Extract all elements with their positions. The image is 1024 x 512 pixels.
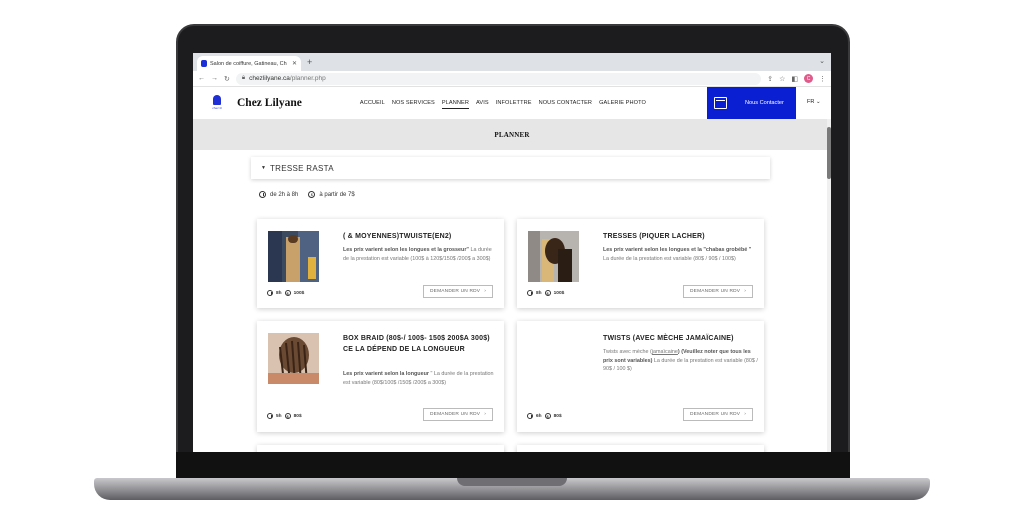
chevron-right-icon: › — [484, 289, 486, 294]
service-title: ( & MOYENNES)TWUISTE(EN2) — [343, 233, 452, 240]
service-duration: 8h — [276, 290, 282, 296]
service-price: 100$ — [553, 290, 565, 296]
request-appointment-button[interactable]: DEMANDER UN RDV › — [683, 285, 753, 298]
request-appointment-button[interactable]: DEMANDER UN RDV › — [423, 285, 493, 298]
brand-name[interactable]: Chez Lilyane — [237, 97, 302, 109]
category-label: TRESSE RASTA — [269, 163, 334, 173]
clock-icon — [267, 290, 273, 296]
clock-icon — [527, 413, 533, 419]
clock-icon — [267, 413, 273, 419]
url-domain: chezlilyane.ca — [249, 75, 290, 82]
service-card: TWISTS (AVEC MÈCHE JAMAÏCAINE) Twists av… — [517, 321, 764, 432]
category-duration: de 2h à 8h — [270, 191, 299, 198]
laptop-mockup: Salon de coiffure, Gatineau, Ch ✕ + ⌄ ← … — [0, 0, 1024, 512]
service-description: Les prix varient selon la longueur " La … — [343, 371, 494, 386]
category-meta: de 2h à 8h $ à partir de 7$ — [259, 191, 355, 198]
service-title: TRESSES (PIQUER LACHER) — [603, 233, 705, 240]
service-card-partial — [517, 445, 764, 452]
calendar-icon — [714, 97, 727, 109]
price-icon: $ — [284, 290, 291, 296]
new-tab-button[interactable]: + — [307, 56, 312, 68]
service-photo — [528, 231, 579, 282]
service-title: TWISTS (AVEC MÈCHE JAMAÏCAINE) — [603, 335, 734, 342]
address-bar: ← → ↻ 🔒︎ chezlilyane.ca/planner.php ⇪ ☆ … — [193, 71, 831, 87]
reload-icon[interactable]: ↻ — [224, 75, 230, 83]
lock-icon: 🔒︎ — [241, 75, 246, 81]
contact-button-label: Nous Contacter — [745, 100, 784, 106]
language-selector[interactable]: FR ⌄ — [807, 99, 821, 105]
service-photo — [268, 231, 319, 282]
forward-icon[interactable]: → — [211, 75, 218, 82]
price-icon: $ — [544, 413, 551, 419]
browser-tab[interactable]: Salon de coiffure, Gatineau, Ch ✕ — [197, 56, 301, 71]
laptop-screen: Salon de coiffure, Gatineau, Ch ✕ + ⌄ ← … — [193, 53, 831, 452]
service-description: Twists avec mèche (jamaïcaine) (Veuillez… — [603, 349, 758, 372]
service-price: 80$ — [293, 413, 302, 419]
price-icon: $ — [544, 290, 551, 296]
more-menu-icon[interactable]: ⋮ — [819, 75, 826, 83]
site-header: chez lil Chez Lilyane ACCUEIL NOS SERVIC… — [193, 87, 831, 119]
tab-search-chevron-icon[interactable]: ⌄ — [819, 57, 825, 65]
service-title: BOX BRAID (80$-/ 100$- 150$ 200$A 300$) … — [343, 335, 490, 353]
service-description: Les prix varient selon les longues et la… — [343, 247, 492, 262]
service-card-partial — [257, 445, 504, 452]
request-appointment-button[interactable]: DEMANDER UN RDV › — [423, 408, 493, 421]
logo-text: chez lil — [212, 106, 222, 110]
main-menu: ACCUEIL NOS SERVICES PLANNER AVIS INFOLE… — [360, 98, 646, 109]
service-meta: 5h $80$ — [267, 413, 302, 419]
browser-tab-bar: Salon de coiffure, Gatineau, Ch ✕ + ⌄ — [193, 53, 831, 71]
service-meta: 6h $80$ — [527, 413, 562, 419]
jamaican-link[interactable]: jamaïcaine — [652, 349, 678, 355]
logo-icon[interactable]: chez lil — [211, 95, 223, 111]
scrollbar[interactable] — [827, 119, 831, 452]
laptop-notch — [457, 478, 567, 486]
url-path: /planner.php — [289, 75, 326, 82]
sidepanel-icon[interactable]: ◧ — [791, 75, 798, 83]
service-card: BOX BRAID (80$-/ 100$- 150$ 200$A 300$) … — [257, 321, 504, 432]
profile-avatar[interactable]: C — [804, 74, 813, 83]
chevron-right-icon: › — [484, 412, 486, 417]
laptop-bezel — [176, 452, 850, 478]
menu-item-nous-contacter[interactable]: NOUS CONTACTER — [539, 98, 593, 109]
price-icon: $ — [308, 191, 316, 198]
service-meta: 8h $100$ — [527, 290, 564, 296]
close-tab-icon[interactable]: ✕ — [292, 60, 297, 67]
chevron-right-icon: › — [744, 289, 746, 294]
service-price: 80$ — [553, 413, 562, 419]
clock-icon — [259, 191, 266, 198]
menu-item-galerie-photo[interactable]: GALERIE PHOTO — [599, 98, 646, 109]
service-duration: 8h — [536, 290, 542, 296]
service-description: Les prix varient selon les longues et la… — [603, 247, 752, 262]
chevron-right-icon: › — [744, 412, 746, 417]
share-icon[interactable]: ⇪ — [767, 75, 773, 83]
favicon-icon — [201, 60, 207, 67]
service-card: TRESSES (PIQUER LACHER) Les prix varient… — [517, 219, 764, 308]
service-duration: 5h — [276, 413, 282, 419]
category-price: à partir de 7$ — [319, 191, 355, 198]
clock-icon — [527, 290, 533, 296]
scrollbar-thumb[interactable] — [827, 127, 831, 179]
price-icon: $ — [284, 413, 291, 419]
menu-item-avis[interactable]: AVIS — [476, 98, 489, 109]
caret-down-icon: ▼ — [261, 165, 266, 171]
page-title: PLANNER — [494, 130, 530, 139]
menu-item-accueil[interactable]: ACCUEIL — [360, 98, 385, 109]
page-title-bar: PLANNER — [193, 119, 831, 150]
service-photo — [268, 333, 319, 384]
service-meta: 8h $100$ — [267, 290, 304, 296]
url-field[interactable]: 🔒︎ chezlilyane.ca/planner.php — [235, 72, 762, 85]
contact-button[interactable]: Nous Contacter — [707, 87, 796, 119]
service-card: ( & MOYENNES)TWUISTE(EN2) Les prix varie… — [257, 219, 504, 308]
service-duration: 6h — [536, 413, 542, 419]
website: chez lil Chez Lilyane ACCUEIL NOS SERVIC… — [193, 87, 831, 452]
service-price: 100$ — [293, 290, 305, 296]
bookmark-star-icon[interactable]: ☆ — [779, 75, 785, 83]
request-appointment-button[interactable]: DEMANDER UN RDV › — [683, 408, 753, 421]
tab-title: Salon de coiffure, Gatineau, Ch — [210, 60, 287, 67]
back-icon[interactable]: ← — [198, 75, 205, 82]
menu-item-planner[interactable]: PLANNER — [441, 98, 470, 109]
menu-item-infolettre[interactable]: INFOLETTRE — [496, 98, 532, 109]
category-accordion[interactable]: ▼ TRESSE RASTA — [251, 157, 770, 179]
menu-item-nos-services[interactable]: NOS SERVICES — [392, 98, 435, 109]
